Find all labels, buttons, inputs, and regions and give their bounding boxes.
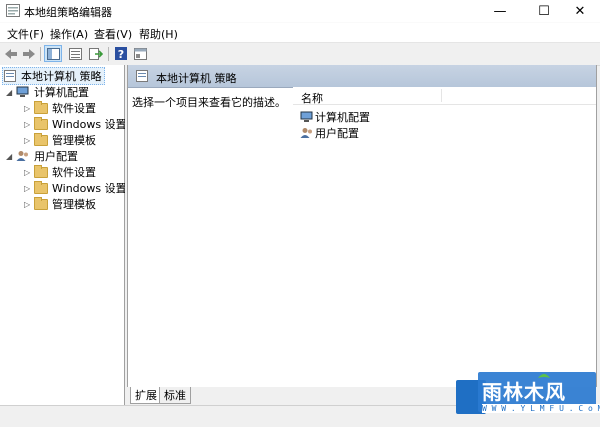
collapsed-arrow-icon[interactable]: ▷ [24, 120, 32, 129]
tree-item-label: 管理模板 [52, 198, 96, 211]
policy-document-icon [4, 70, 16, 82]
menu-file[interactable]: 文件(F) [7, 26, 44, 42]
watermark-url: W W W . Y L M F U . C o M [482, 404, 600, 413]
toolbar-separator [40, 47, 41, 61]
tree-computer-software[interactable]: ▷ 软件设置 [24, 100, 96, 116]
list-item-label: 用户配置 [315, 127, 359, 140]
tree-user-label: 用户配置 [34, 150, 78, 163]
close-button[interactable]: ✕ [560, 0, 600, 22]
folder-icon [34, 164, 48, 178]
folder-icon [34, 116, 48, 130]
users-icon [300, 128, 312, 138]
toolbar-separator [108, 47, 109, 61]
tree-user-software[interactable]: ▷ 软件设置 [24, 164, 96, 180]
list-item-user-config[interactable]: 用户配置 [300, 125, 359, 141]
description-text: 选择一个项目来查看它的描述。 [132, 96, 286, 109]
maximize-button[interactable]: ☐ [524, 0, 564, 22]
tree-computer-config[interactable]: ◢ 计算机配置 [6, 84, 89, 100]
details-header: 本地计算机 策略 [128, 65, 596, 88]
tree-item-label: Windows 设置 [52, 182, 127, 195]
column-divider[interactable] [441, 89, 442, 102]
tree-computer-label: 计算机配置 [34, 86, 89, 99]
tree-computer-admin[interactable]: ▷ 管理模板 [24, 132, 96, 148]
show-hide-tree-icon[interactable] [44, 45, 62, 62]
folder-icon [34, 180, 48, 194]
tree-item-label: 软件设置 [52, 166, 96, 179]
list-view-icon[interactable] [66, 45, 84, 62]
collapsed-arrow-icon[interactable]: ▷ [24, 184, 32, 193]
collapsed-arrow-icon[interactable]: ▷ [24, 200, 32, 209]
column-header-name[interactable]: 名称 [301, 90, 323, 106]
folder-icon [34, 100, 48, 114]
tree-user-config[interactable]: ◢ 用户配置 [6, 148, 78, 164]
tree-computer-windows[interactable]: ▷ Windows 设置 [24, 116, 127, 132]
help-icon[interactable]: ? [112, 45, 130, 62]
minimize-button[interactable]: — [480, 0, 520, 22]
collapsed-arrow-icon[interactable]: ▷ [24, 168, 32, 177]
tree-root-local-policy[interactable]: 本地计算机 策略 [2, 67, 105, 85]
users-icon [16, 151, 28, 161]
list-item-computer-config[interactable]: 计算机配置 [300, 109, 370, 125]
policy-document-icon [136, 70, 148, 82]
tree-root-label: 本地计算机 策略 [21, 70, 102, 83]
window-title: 本地组策略编辑器 [24, 6, 112, 19]
title-bar: 本地组策略编辑器 — ☐ ✕ [0, 0, 600, 22]
svg-text:?: ? [118, 48, 124, 60]
watermark-logo: 雨林木风 W W W . Y L M F U . C o M [456, 370, 600, 424]
forward-arrow-icon[interactable] [20, 45, 38, 62]
folder-icon [34, 196, 48, 210]
computer-icon [16, 86, 29, 97]
tab-standard[interactable]: 标准 [159, 387, 191, 404]
tree-item-label: 软件设置 [52, 102, 96, 115]
expanded-arrow-icon[interactable]: ◢ [6, 88, 14, 97]
menu-action[interactable]: 操作(A) [50, 26, 88, 42]
tree-item-label: Windows 设置 [52, 118, 127, 131]
export-list-icon[interactable] [87, 45, 105, 62]
menu-view[interactable]: 查看(V) [94, 26, 132, 42]
collapsed-arrow-icon[interactable]: ▷ [24, 104, 32, 113]
tree-user-windows[interactable]: ▷ Windows 设置 [24, 180, 127, 196]
details-header-title: 本地计算机 策略 [156, 72, 237, 85]
folder-icon [34, 132, 48, 146]
expanded-arrow-icon[interactable]: ◢ [6, 152, 14, 161]
tab-extended[interactable]: 扩展 [130, 387, 162, 404]
tree-item-label: 管理模板 [52, 134, 96, 147]
watermark-brand: 雨林木风 [482, 380, 566, 404]
column-header-row: 名称 [293, 87, 596, 105]
menu-help[interactable]: 帮助(H) [139, 26, 178, 42]
toolbar: ? [0, 42, 600, 66]
back-arrow-icon[interactable] [2, 45, 20, 62]
collapsed-arrow-icon[interactable]: ▷ [24, 136, 32, 145]
group-policy-app-icon [6, 4, 20, 17]
menu-bar: 文件(F) 操作(A) 查看(V) 帮助(H) [0, 22, 600, 43]
list-item-label: 计算机配置 [315, 111, 370, 124]
computer-icon [300, 111, 313, 122]
properties-icon[interactable] [131, 45, 149, 62]
tree-user-admin[interactable]: ▷ 管理模板 [24, 196, 96, 212]
console-tree: 本地计算机 策略 ◢ 计算机配置 ▷ 软件设置 ▷ Windows 设置 ▷ 管… [0, 65, 127, 405]
details-pane: 本地计算机 策略 选择一个项目来查看它的描述。 名称 计算机配置 用户配置 [127, 65, 597, 405]
